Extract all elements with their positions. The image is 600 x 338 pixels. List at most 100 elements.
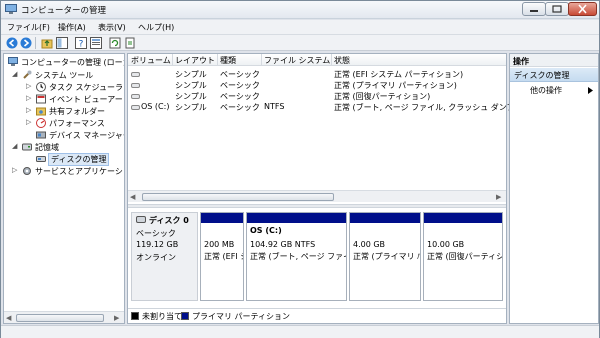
tree-item-shared-folders[interactable]: ▷ 共有フォルダー (6, 105, 124, 117)
tree-item-device-manager[interactable]: デバイス マネージャー (6, 129, 124, 141)
column-header-type[interactable]: 種類 (220, 55, 236, 66)
clock-icon (36, 82, 46, 92)
close-icon (578, 4, 587, 14)
expand-arrow-icon[interactable]: ▷ (26, 106, 34, 116)
tree-label: システム ツール (35, 71, 94, 80)
volume-row[interactable]: シンプル ベーシック 正常 (EFI システム パーティション) (128, 69, 506, 80)
tree-item-performance[interactable]: ▷ パフォーマンス (6, 117, 124, 129)
forward-icon[interactable] (20, 37, 32, 49)
tree-label: コンピューターの管理 (ローカ (21, 58, 124, 67)
up-folder-icon[interactable] (41, 37, 53, 49)
partition-status: 正常 (プライマリ ﾊ (353, 252, 421, 261)
tree-item-services-applications[interactable]: ▷ サービスとアプリケーション (6, 165, 124, 177)
tree-item-computer-management[interactable]: コンピューターの管理 (ローカ (6, 56, 124, 68)
console-tree: コンピューターの管理 (ローカ ◢ システム ツール ▷ タスク スケジューラ … (4, 54, 124, 310)
column-header-volume[interactable]: ボリューム (131, 55, 171, 66)
partition-efi[interactable]: 200 MB 正常 (EFI シ (200, 212, 244, 301)
main-window: コンピューターの管理 ファイル(F) 操作(A) 表示(V) ヘルプ(H) ? (0, 0, 600, 338)
disk-size: 119.12 GB (136, 240, 179, 249)
legend-primary-swatch (181, 312, 189, 320)
legend: 未割り当て プライマリ パーティション (128, 308, 506, 323)
column-header-filesystem[interactable]: ファイル システム (264, 55, 330, 66)
disk-icon (36, 156, 46, 162)
properties-icon[interactable] (90, 37, 102, 49)
tree-item-task-scheduler[interactable]: ▷ タスク スケジューラ (6, 81, 124, 93)
tree-item-system-tools[interactable]: ◢ システム ツール (6, 69, 124, 81)
scroll-right-icon[interactable]: ▶ (114, 314, 122, 322)
partition-title: OS (C:) (250, 226, 282, 235)
volume-row[interactable]: OS (C:) シンプル ベーシック NTFS 正常 (ブート, ページ ファイ… (128, 102, 528, 113)
tree-label: 記憶域 (35, 143, 59, 152)
partition-bar (247, 213, 346, 223)
disk-type: ベーシック (136, 229, 176, 238)
volume-disk-icon (131, 94, 140, 99)
actions-title: 操作 (513, 57, 529, 66)
volume-row[interactable]: シンプル ベーシック 正常 (回復パーティション) (128, 91, 506, 102)
actions-section-disk-management[interactable]: ディスクの管理 (510, 68, 598, 82)
collapse-arrow-icon[interactable]: ◢ (12, 70, 20, 80)
partition-size: 10.00 GB (427, 240, 465, 249)
minimize-button[interactable] (522, 2, 546, 16)
volume-status: 正常 (回復パーティション) (334, 92, 431, 101)
column-header-layout[interactable]: レイアウト (175, 55, 215, 66)
computer-icon (8, 57, 18, 66)
partition-recovery[interactable]: 10.00 GB 正常 (回復パーティシ (423, 212, 503, 301)
volume-filesystem: NTFS (264, 102, 285, 111)
column-header-status[interactable]: 状態 (334, 55, 350, 66)
menu-file[interactable]: ファイル(F) (7, 22, 50, 33)
tree-label: 共有フォルダー (49, 107, 105, 116)
toolbar: ? (1, 35, 599, 51)
help-icon[interactable]: ? (75, 37, 87, 49)
volume-type: ベーシック (220, 81, 260, 90)
tree-item-disk-management[interactable]: ディスクの管理 (6, 153, 124, 166)
tree-label: デバイス マネージャー (49, 131, 124, 140)
tree-item-storage[interactable]: ◢ 記憶域 (6, 141, 124, 153)
volume-list-horizontal-scrollbar[interactable]: ◀ ▶ (128, 190, 506, 202)
column-divider[interactable] (331, 54, 332, 66)
menu-view[interactable]: 表示(V) (98, 22, 126, 33)
console-tree-pane: コンピューターの管理 (ローカ ◢ システム ツール ▷ タスク スケジューラ … (3, 53, 125, 324)
maximize-button[interactable] (545, 2, 569, 16)
disk-info-panel[interactable]: ディスク 0 ベーシック 119.12 GB オンライン (131, 212, 198, 301)
device-manager-icon (36, 131, 46, 139)
actions-section-label: ディスクの管理 (514, 71, 570, 80)
volume-disk-icon (131, 83, 140, 88)
partition-bar (424, 213, 502, 223)
partition-os[interactable]: OS (C:) 104.92 GB NTFS 正常 (ブート, ページ ファイ (246, 212, 347, 301)
scroll-thumb[interactable] (16, 314, 104, 322)
export-icon[interactable] (124, 37, 136, 49)
volume-list-header: ボリューム レイアウト 種類 ファイル システム 状態 (128, 54, 506, 66)
expand-arrow-icon[interactable]: ▷ (12, 166, 20, 176)
actions-more-item[interactable]: 他の操作 (510, 84, 598, 96)
title-bar: コンピューターの管理 (1, 1, 599, 19)
storage-icon (22, 143, 32, 151)
console-tree-icon[interactable] (56, 37, 68, 49)
computer-management-icon (5, 4, 17, 14)
expand-arrow-icon[interactable]: ▷ (26, 118, 34, 128)
scroll-thumb[interactable] (142, 193, 334, 201)
expand-arrow-icon[interactable]: ▷ (26, 94, 34, 104)
volume-type: ベーシック (220, 103, 260, 112)
menu-action[interactable]: 操作(A) (58, 22, 86, 33)
collapse-arrow-icon[interactable]: ◢ (12, 142, 20, 152)
close-button[interactable] (568, 2, 597, 16)
menu-help[interactable]: ヘルプ(H) (138, 22, 174, 33)
refresh-icon[interactable] (109, 37, 121, 49)
back-icon[interactable] (6, 37, 18, 49)
column-divider[interactable] (172, 54, 173, 66)
tree-horizontal-scrollbar[interactable]: ◀ ▶ (4, 311, 124, 323)
expand-arrow-icon[interactable]: ▷ (26, 82, 34, 92)
column-divider[interactable] (261, 54, 262, 66)
scroll-left-icon[interactable]: ◀ (130, 193, 138, 201)
scroll-left-icon[interactable]: ◀ (6, 314, 14, 322)
partition-primary[interactable]: 4.00 GB 正常 (プライマリ ﾊ (349, 212, 421, 301)
column-divider[interactable] (217, 54, 218, 66)
maximize-icon (552, 5, 562, 13)
status-bar (1, 325, 599, 338)
disk-state: オンライン (136, 253, 176, 262)
scroll-right-icon[interactable]: ▶ (496, 193, 504, 201)
volume-disk-icon (131, 105, 140, 110)
volume-row[interactable]: シンプル ベーシック 正常 (プライマリ パーティション) (128, 80, 506, 91)
toolbar-separator (35, 37, 36, 49)
tree-item-event-viewer[interactable]: ▷ イベント ビューアー (6, 93, 124, 105)
